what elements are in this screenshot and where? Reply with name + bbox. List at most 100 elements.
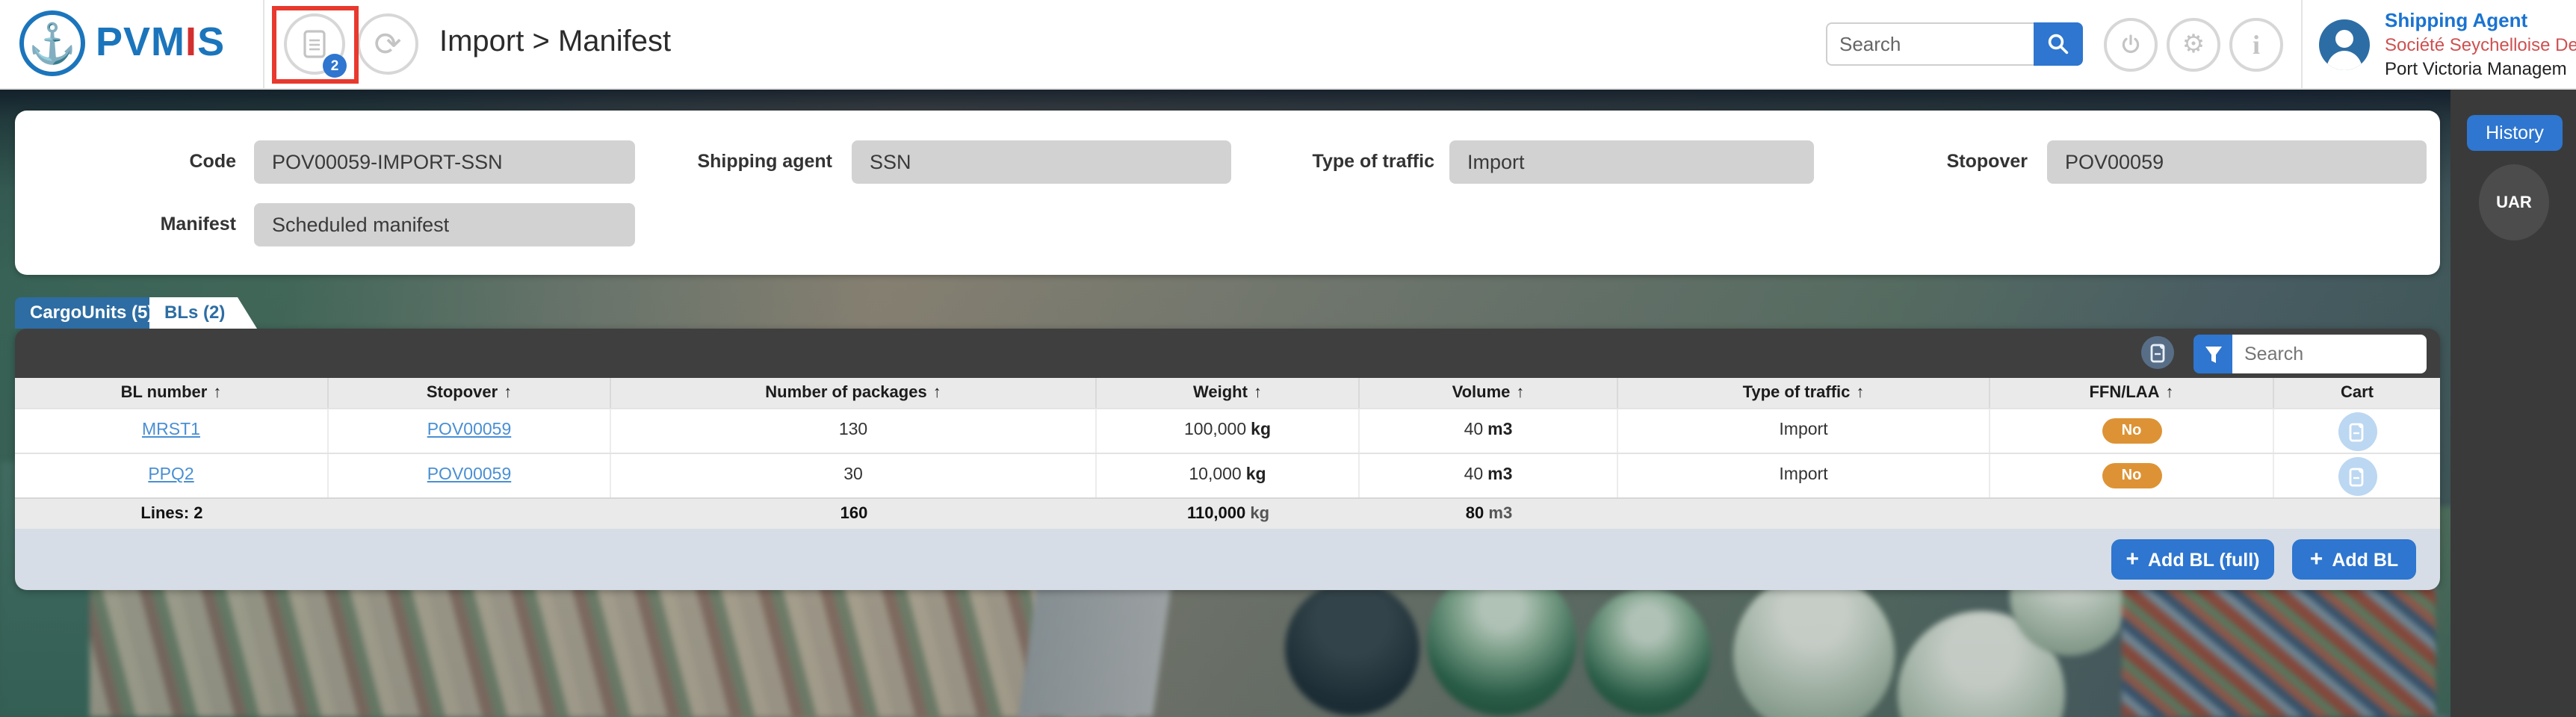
anchor-icon: ⚓ [28,20,77,66]
stopover-link[interactable]: POV00059 [427,454,512,497]
table-actions-bar: + Add BL (full) + Add BL [15,529,2440,590]
table-footer-row: Lines: 2 160 110,000 kg 80 m3 [15,497,2440,529]
filter-icon [2203,344,2223,364]
table-row: MRST1 POV00059 130 100,000kg 40m3 Import… [15,408,2440,453]
user-organisation: Port Victoria Managem [2385,57,2576,81]
refresh-button[interactable]: ⟳ [357,13,418,75]
weight-cell: 10,000kg [1097,454,1360,497]
plus-icon: + [2125,548,2139,571]
info-icon: i [2253,29,2260,60]
packages-cell: 130 [611,409,1097,453]
uar-avatar-button[interactable]: UAR [2479,164,2549,240]
cart-cell [2274,409,2440,453]
user-info: Shipping Agent Société Seychelloise De P… [2385,9,2576,84]
bl-number-cell: MRST1 [15,409,329,453]
header-divider [263,0,264,88]
filter-button[interactable] [2193,335,2232,373]
right-side-panel: History UAR [2450,90,2576,717]
bl-link[interactable]: PPQ2 [148,454,193,497]
tab-cargo-units[interactable]: CargoUnits (5) [15,297,170,329]
add-bl-button[interactable]: + Add BL [2292,539,2416,580]
add-bl-full-button[interactable]: + Add BL (full) [2111,539,2274,580]
global-search-input[interactable] [1826,22,2034,66]
app-name: PVMIS [96,19,225,66]
stopover-cell: POV00059 [329,454,611,497]
top-header: ⚓ PVMIS 2 ⟳ Import > Manifest [0,0,2576,90]
column-header-weight[interactable]: Weight↑ [1097,378,1360,408]
add-document-button[interactable] [2141,336,2174,369]
header-divider [2301,0,2303,88]
sort-arrow-icon: ↑ [2166,384,2174,402]
sort-arrow-icon: ↑ [1254,384,1262,402]
user-avatar[interactable] [2319,19,2370,70]
code-label: Code [45,140,236,184]
refresh-icon: ⟳ [374,25,402,63]
user-company: Société Seychelloise De [2385,33,2576,57]
stopover-label: Stopover [1853,140,2028,184]
document-plus-icon [2149,342,2166,363]
volume-cell: 40m3 [1360,409,1618,453]
traffic-type-field[interactable]: Import [1449,140,1814,184]
plus-icon: + [2310,548,2323,571]
document-plus-icon [2349,420,2365,441]
global-search-button[interactable] [2034,22,2083,66]
shipping-agent-label: Shipping agent [643,140,832,184]
traffic-type-label: Type of traffic [1255,140,1434,184]
sort-arrow-icon: ↑ [504,384,512,402]
table-row: PPQ2 POV00059 30 10,000kg 40m3 Import No [15,453,2440,497]
sort-arrow-icon: ↑ [933,384,941,402]
ffn-laa-badge: No [2102,418,2161,444]
history-button[interactable]: History [2467,115,2563,151]
traffic-cell: Import [1618,409,1990,453]
table-toolbar [15,329,2440,378]
column-header-cart: Cart [2274,378,2440,408]
add-to-cart-button[interactable] [2338,456,2377,495]
table-header-row: BL number↑ Stopover↑ Number of packages↑… [15,378,2440,408]
breadcrumb-title: Import > Manifest [439,25,671,60]
gear-icon: ⚙ [2182,30,2205,60]
column-header-bl-number[interactable]: BL number↑ [15,378,329,408]
column-header-stopover[interactable]: Stopover↑ [329,378,611,408]
document-plus-icon [2349,465,2365,486]
stopover-field[interactable]: POV00059 [2047,140,2427,184]
app-window: ⚓ PVMIS 2 ⟳ Import > Manifest [0,0,2576,717]
power-icon [2119,33,2143,57]
stopover-cell: POV00059 [329,409,611,453]
settings-button[interactable]: ⚙ [2167,18,2220,72]
column-header-ffn-laa[interactable]: FFN/LAA↑ [1990,378,2274,408]
user-role: Shipping Agent [2385,9,2576,33]
column-header-volume[interactable]: Volume↑ [1360,378,1618,408]
manifest-field[interactable]: Scheduled manifest [254,203,635,246]
shipping-agent-field[interactable]: SSN [852,140,1231,184]
manifest-count-badge: 2 [323,54,347,78]
table-search-input[interactable] [2232,335,2427,373]
column-header-traffic[interactable]: Type of traffic↑ [1618,378,1990,408]
ffn-laa-cell: No [1990,454,2274,497]
volume-total: 80 m3 [1360,499,1618,529]
manifest-label: Manifest [45,203,236,246]
person-icon [2319,19,2370,70]
bl-table-block: BL number↑ Stopover↑ Number of packages↑… [15,329,2440,590]
ffn-laa-badge: No [2102,463,2161,488]
column-header-packages[interactable]: Number of packages↑ [611,378,1097,408]
pvmis-logo[interactable]: ⚓ [19,10,85,76]
highlight-box [272,6,359,84]
sort-arrow-icon: ↑ [1516,384,1524,402]
info-button[interactable]: i [2229,18,2283,72]
manifest-form-card: Code POV00059-IMPORT-SSN Shipping agent … [15,111,2440,275]
bl-number-cell: PPQ2 [15,454,329,497]
packages-total: 160 [611,499,1097,529]
weight-total: 110,000 kg [1097,499,1360,529]
add-to-cart-button[interactable] [2338,412,2377,450]
volume-cell: 40m3 [1360,454,1618,497]
ffn-laa-cell: No [1990,409,2274,453]
code-field[interactable]: POV00059-IMPORT-SSN [254,140,635,184]
logout-button[interactable] [2104,18,2158,72]
traffic-cell: Import [1618,454,1990,497]
sort-arrow-icon: ↑ [213,384,221,402]
stopover-link[interactable]: POV00059 [427,409,512,453]
lines-total: Lines: 2 [15,499,329,529]
bl-link[interactable]: MRST1 [142,409,200,453]
sort-arrow-icon: ↑ [1856,384,1864,402]
packages-cell: 30 [611,454,1097,497]
